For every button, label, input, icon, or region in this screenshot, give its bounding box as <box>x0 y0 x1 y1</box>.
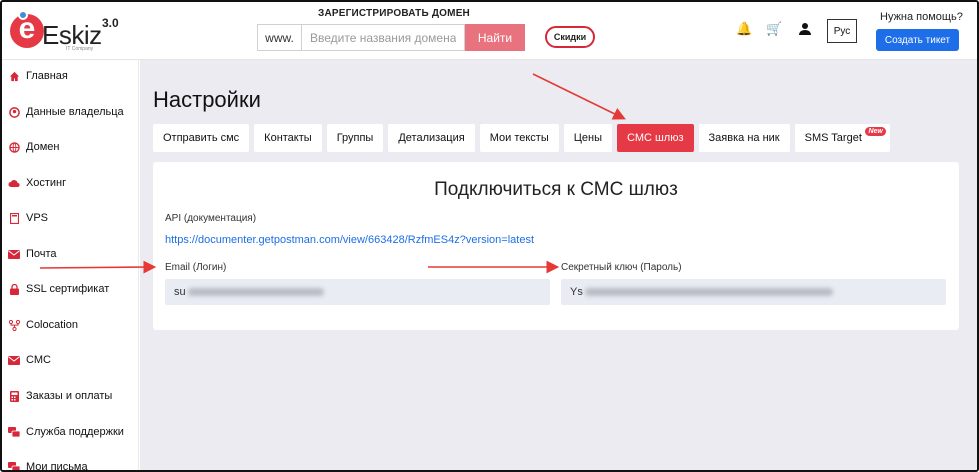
app-window: e Eskiz 3.0 IT Company ЗАРЕГИСТРИРОВАТЬ … <box>0 0 979 472</box>
arrow-to-email-label <box>39 260 157 274</box>
arrow-to-sms-gateway-tab <box>532 73 626 120</box>
annotation-arrows <box>39 73 626 274</box>
